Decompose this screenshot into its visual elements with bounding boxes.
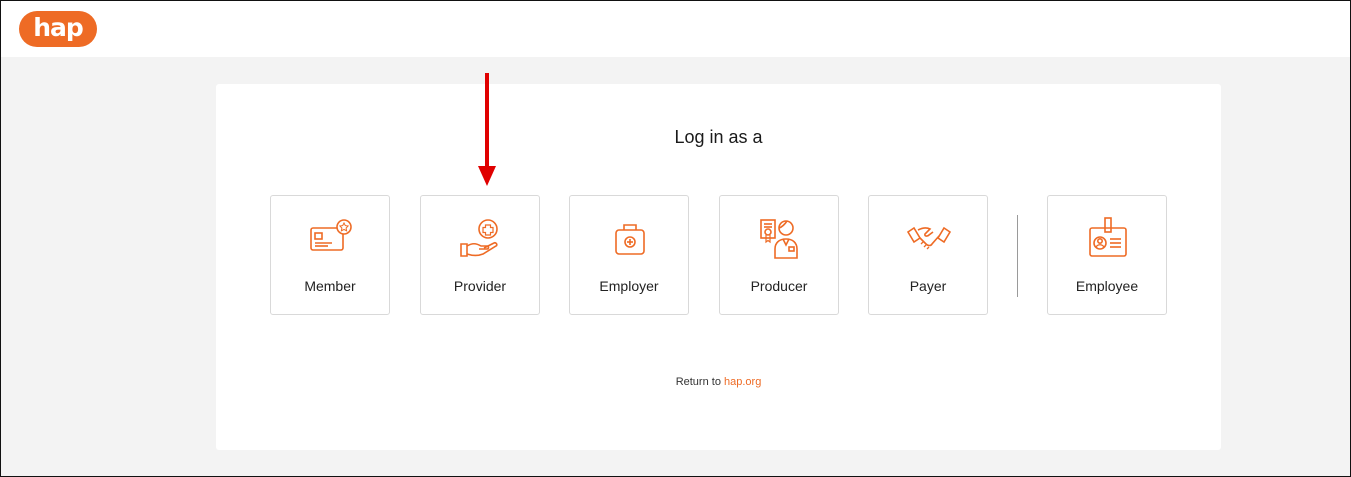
page-frame: hap Log in as a Member Provider Employer… xyxy=(0,0,1351,477)
login-heading: Log in as a xyxy=(674,127,763,147)
role-tile-producer[interactable]: Producer xyxy=(719,195,839,315)
hap-org-link[interactable]: hap.org xyxy=(724,376,761,388)
hap-logo[interactable]: hap xyxy=(19,11,97,47)
role-label-employer: Employer xyxy=(599,278,659,294)
handshake-icon xyxy=(906,226,952,250)
role-tile-provider[interactable]: Provider xyxy=(420,195,540,315)
return-text: Return to xyxy=(675,376,721,388)
return-footer: Return to hap.org xyxy=(216,376,1221,388)
role-tile-member[interactable]: Member xyxy=(270,195,390,315)
role-label-payer: Payer xyxy=(909,278,947,294)
role-divider xyxy=(1017,215,1018,297)
role-tile-employer[interactable]: Employer xyxy=(569,195,689,315)
hand-plus-icon xyxy=(460,219,498,257)
role-label-provider: Provider xyxy=(453,278,507,294)
red-arrow-annotation xyxy=(478,73,496,186)
role-tile-payer[interactable]: Payer xyxy=(868,195,988,315)
role-label-producer: Producer xyxy=(750,278,808,294)
role-tile-employee[interactable]: Employee xyxy=(1047,195,1167,315)
member-card-icon xyxy=(310,219,352,251)
role-label-member: Member xyxy=(304,278,356,294)
producer-icon xyxy=(760,219,798,259)
role-label-employee: Employee xyxy=(1075,278,1139,294)
top-bar: hap xyxy=(1,1,1350,57)
briefcase-icon xyxy=(615,224,645,255)
login-card: Log in as a Member Provider Employer Pro… xyxy=(216,84,1221,450)
id-badge-icon xyxy=(1089,217,1127,257)
